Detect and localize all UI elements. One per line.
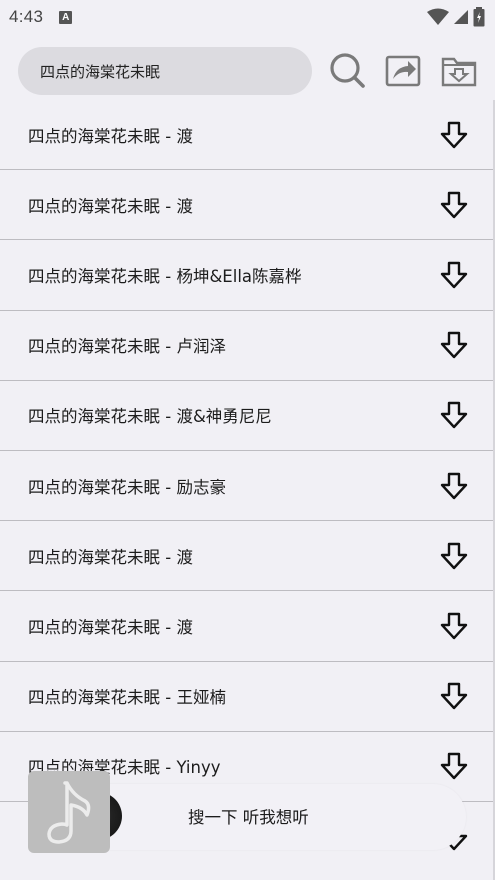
result-title: 四点的海棠花未眠 - 杨坤&Ella陈嘉桦 <box>28 266 302 286</box>
search-input-value: 四点的海棠花未眠 <box>40 62 161 81</box>
result-row[interactable]: 四点的海棠花未眠 - 励志豪 <box>0 451 493 522</box>
result-row[interactable]: 四点的海棠花未眠 - 渡 <box>0 100 493 171</box>
status-bar: 4:43 A <box>0 0 495 34</box>
a-icon: A <box>59 10 73 24</box>
result-title: 四点的海棠花未眠 - 渡 <box>28 196 193 216</box>
result-row[interactable]: 四点的海棠花未眠 - 杨坤&Ella陈嘉桦 <box>0 240 493 311</box>
result-title: 四点的海棠花未眠 - 渡 <box>28 617 193 637</box>
result-row[interactable]: 四点的海棠花未眠 - 渡&神勇尼尼 <box>0 381 493 451</box>
download-icon[interactable] <box>439 681 469 711</box>
download-icon[interactable] <box>439 541 469 571</box>
battery-icon <box>473 7 485 27</box>
download-icon[interactable] <box>439 120 469 150</box>
status-icons <box>427 7 485 27</box>
download-folder-icon[interactable] <box>440 51 478 89</box>
download-icon[interactable] <box>439 260 469 290</box>
search-results-list: 四点的海棠花未眠 - 渡四点的海棠花未眠 - 渡四点的海棠花未眠 - 杨坤&El… <box>0 100 493 872</box>
search-icon[interactable] <box>328 51 366 89</box>
search-header: 四点的海棠花未眠 <box>0 34 495 108</box>
wifi-icon <box>427 8 449 25</box>
result-title: 四点的海棠花未眠 - 渡 <box>28 547 193 567</box>
download-icon[interactable] <box>439 330 469 360</box>
result-title: 四点的海棠花未眠 - 渡&神勇尼尼 <box>28 407 272 427</box>
search-input[interactable]: 四点的海棠花未眠 <box>18 47 312 95</box>
download-icon[interactable] <box>439 400 469 430</box>
result-row[interactable]: 四点的海棠花未眠 - 渡 <box>0 521 493 592</box>
download-icon[interactable] <box>439 611 469 641</box>
signal-icon <box>454 10 468 24</box>
download-icon[interactable] <box>439 471 469 501</box>
result-title: 四点的海棠花未眠 - 励志豪 <box>28 477 226 497</box>
share-icon[interactable] <box>384 51 422 89</box>
result-row[interactable]: 四点的海棠花未眠 - 渡 <box>0 591 493 662</box>
player-prompt: 搜一下 听我想听 <box>188 808 309 827</box>
result-title: 四点的海棠花未眠 - 卢润泽 <box>28 337 226 357</box>
result-row[interactable]: 四点的海棠花未眠 - 渡 <box>0 170 493 241</box>
result-row[interactable]: 四点的海棠花未眠 - 卢润泽 <box>0 311 493 381</box>
mini-player[interactable]: 搜一下 听我想听 <box>28 771 466 853</box>
result-row[interactable]: 四点的海棠花未眠 - 王娅楠 <box>0 662 493 732</box>
download-icon[interactable] <box>439 190 469 220</box>
result-title: 四点的海棠花未眠 - 渡 <box>28 126 193 146</box>
status-time: 4:43 <box>9 7 44 26</box>
result-title: 四点的海棠花未眠 - 王娅楠 <box>28 688 226 708</box>
